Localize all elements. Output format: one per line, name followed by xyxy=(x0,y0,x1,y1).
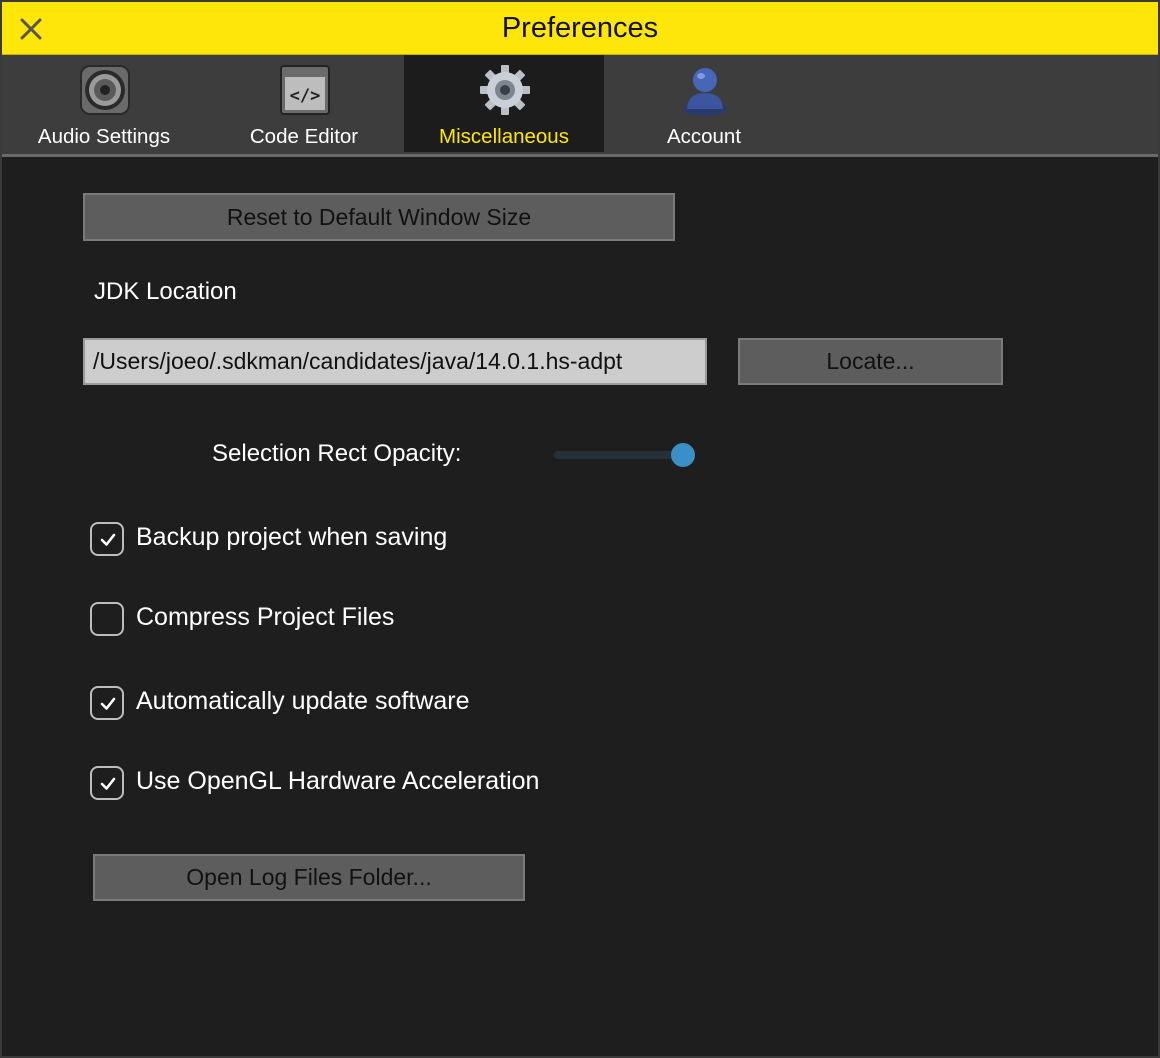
option-label: Backup project when saving xyxy=(136,523,448,551)
user-icon xyxy=(683,68,727,116)
code-icon: </> xyxy=(280,65,330,115)
checkmark-icon xyxy=(100,533,116,546)
jdk-path-field[interactable]: /Users/joeo/.sdkman/candidates/java/14.0… xyxy=(83,338,707,385)
tab-label: Miscellaneous xyxy=(439,125,569,148)
tab-label: Audio Settings xyxy=(37,125,171,148)
svg-text:</>: </> xyxy=(290,86,321,106)
jdk-location-label: JDK Location xyxy=(94,278,237,305)
auto-update-option[interactable]: Automatically update software xyxy=(90,685,510,721)
checkbox[interactable] xyxy=(90,766,124,800)
tab-account[interactable]: Account xyxy=(604,55,804,152)
tab-code-editor[interactable]: </> Code Editor xyxy=(204,55,404,152)
slider-fill xyxy=(554,451,683,459)
tab-miscellaneous[interactable]: Miscellaneous xyxy=(404,55,604,152)
tab-label: Account xyxy=(666,125,742,148)
close-icon[interactable] xyxy=(16,14,46,44)
opengl-acceleration-option[interactable]: Use OpenGL Hardware Acceleration xyxy=(90,765,580,801)
option-label: Automatically update software xyxy=(136,687,470,715)
checkbox[interactable] xyxy=(90,522,124,556)
compress-project-files-option[interactable]: Compress Project Files xyxy=(90,601,430,637)
option-label: Compress Project Files xyxy=(136,603,395,631)
backup-on-save-option[interactable]: Backup project when saving xyxy=(90,521,490,557)
slider-thumb[interactable] xyxy=(670,443,695,467)
window-title: Preferences xyxy=(501,12,659,44)
open-log-folder-button[interactable]: Open Log Files Folder... xyxy=(93,854,525,901)
tab-audio-settings[interactable]: Audio Settings xyxy=(4,55,204,152)
option-label: Use OpenGL Hardware Acceleration xyxy=(136,767,540,795)
locate-button[interactable]: Locate... xyxy=(738,338,1003,385)
opacity-slider[interactable] xyxy=(552,442,702,468)
checkbox[interactable] xyxy=(90,686,124,720)
preferences-window: Preferences Audio Settings </> Code Edit… xyxy=(0,0,1160,1058)
speaker-icon xyxy=(80,65,130,115)
checkbox[interactable] xyxy=(90,602,124,636)
title-bar: Preferences xyxy=(2,2,1158,55)
tab-bar: Audio Settings </> Code Editor Miscellan… xyxy=(2,55,1158,157)
reset-window-size-button[interactable]: Reset to Default Window Size xyxy=(83,193,675,241)
checkmark-icon xyxy=(100,777,116,790)
opacity-label: Selection Rect Opacity: xyxy=(212,440,462,467)
checkmark-icon xyxy=(100,697,116,710)
tab-label: Code Editor xyxy=(249,125,359,148)
gear-icon xyxy=(480,65,530,115)
